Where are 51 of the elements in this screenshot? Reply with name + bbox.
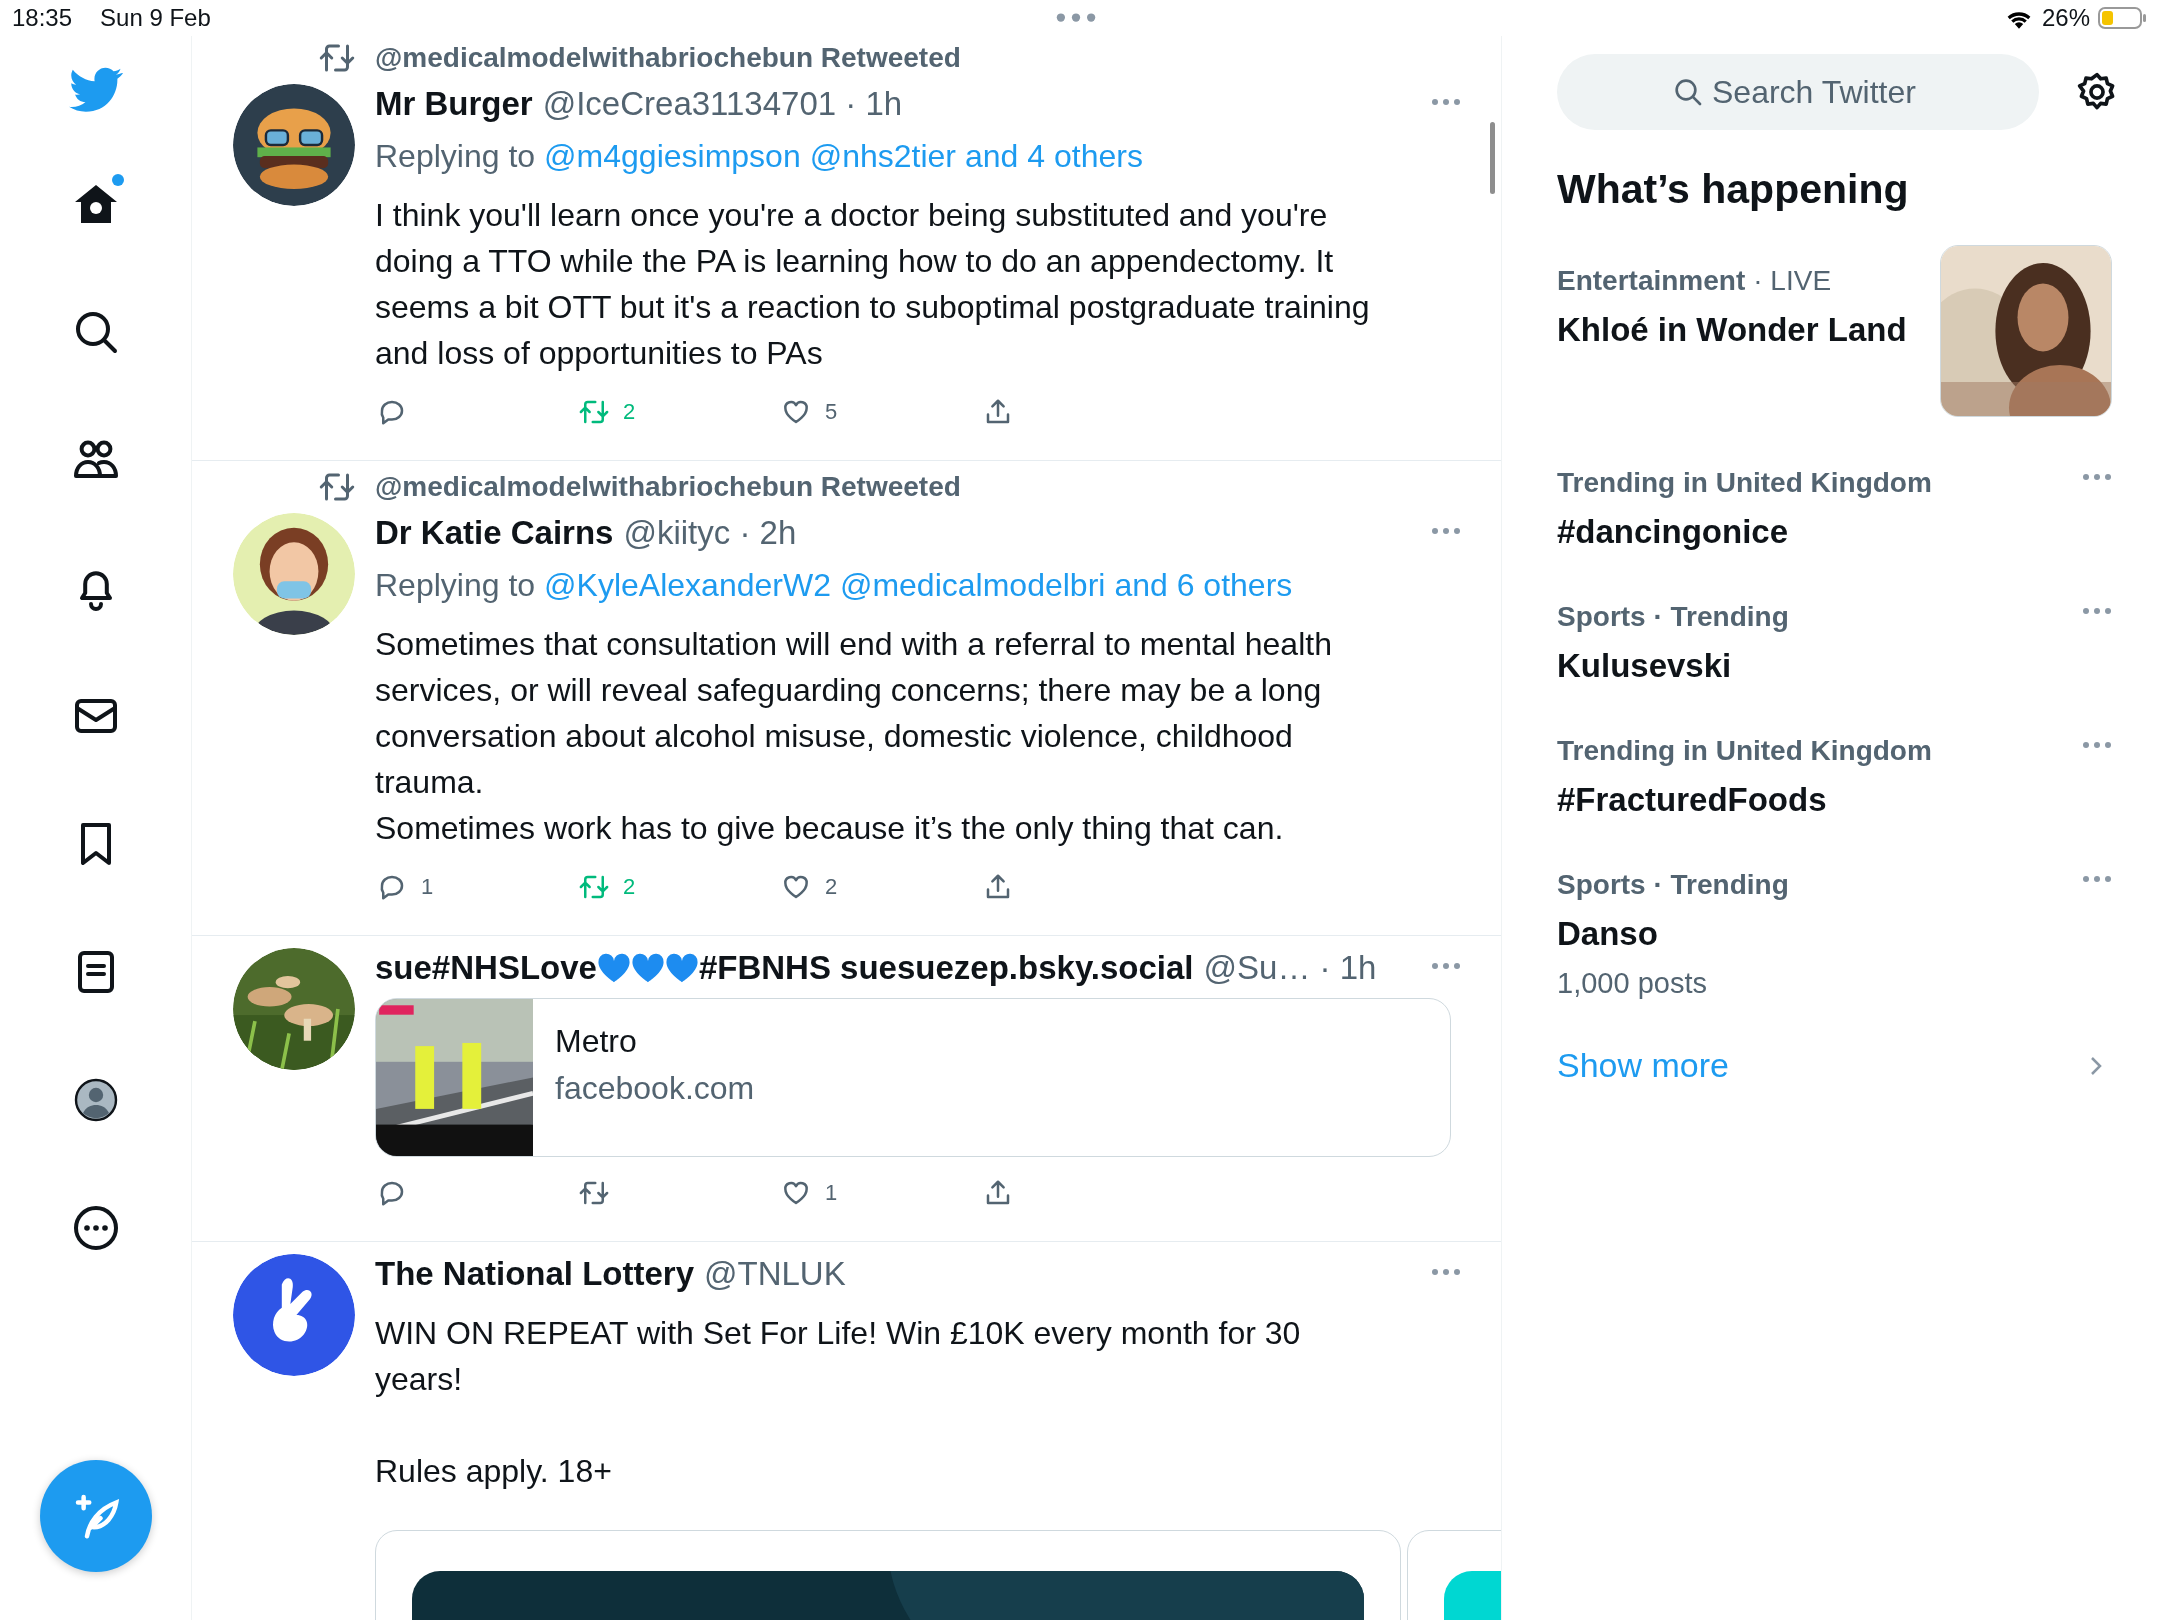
heart-icon <box>630 952 665 984</box>
battery-percent: 26% <box>2041 4 2090 32</box>
heart-icon <box>664 952 699 984</box>
trend-title[interactable]: Kulusevski <box>1557 647 2082 685</box>
trend-title[interactable]: #FracturedFoods <box>1557 781 2082 819</box>
trend-title[interactable]: #dancingonice <box>1557 513 2082 551</box>
retweet-label: @medicalmodelwithabriochebun Retweeted <box>375 41 962 75</box>
battery-icon <box>2098 6 2148 30</box>
more-icon[interactable] <box>71 1204 120 1252</box>
tweet-text: WIN ON REPEAT with Set For Life! Win £10K every month for 30 years! <box>375 1314 1302 1399</box>
trend-context: Sports · Trending <box>1557 601 1790 634</box>
card-title: Metro <box>555 1023 638 1060</box>
handle-and-time: @IceCrea31134701 · 1h <box>542 85 903 123</box>
like-count: 1 <box>825 1180 838 1206</box>
like-count: 5 <box>825 399 838 425</box>
heart-icon <box>596 952 631 984</box>
trend-context: Sports · Trending <box>1557 869 1790 902</box>
author-name[interactable]: Mr Burger <box>375 85 533 123</box>
author-name[interactable]: sue#NHSLove #FBNHS suesuezep.bsky.social <box>375 949 1194 987</box>
handle-and-time: @TNLUK <box>704 1255 846 1293</box>
handle-and-time: @kiityc · 2h <box>623 514 797 552</box>
tweet-text: Rules apply. 18+ <box>375 1452 613 1491</box>
trend-context: Trending in United Kingdom <box>1557 467 1933 500</box>
trend-context: Entertainment <box>1557 265 1746 296</box>
section-heading: What’s happening <box>1557 166 1910 213</box>
trend-context: Trending in United Kingdom <box>1557 735 1933 768</box>
retweet-count: 2 <box>623 874 636 900</box>
trend-title[interactable]: Khloé in Wonder Land <box>1557 311 1940 349</box>
replying-label: Replying to <box>375 566 536 604</box>
handle-and-time: @Su… · 1h <box>1203 949 1377 987</box>
card-domain: facebook.com <box>555 1070 755 1107</box>
search-icon <box>1672 76 1704 108</box>
status-date: Sun 9 Feb <box>100 4 211 32</box>
trend-title[interactable]: Danso <box>1557 915 2082 953</box>
author-name[interactable]: The National Lottery <box>375 1255 695 1293</box>
compose-button[interactable] <box>39 1460 152 1572</box>
scrollbar[interactable] <box>1490 122 1495 194</box>
status-time: 18:35 <box>12 4 73 32</box>
tweet-text: Sometimes that consultation will end with a referral to mental health services, or will reveal safeguarding concerns; there may be a long conversation about alcohol misuse, domestic violence, childhood trauma. <box>375 625 1333 802</box>
retweet-count: 2 <box>623 399 636 425</box>
replying-label: Replying to <box>375 137 536 175</box>
link-card[interactable]: Metro facebook.com <box>375 998 1451 1157</box>
tweet-text: Sometimes work has to give because it’s the only thing that can. <box>375 809 1285 848</box>
retweet-label: @medicalmodelwithabriochebun Retweeted <box>375 470 962 504</box>
author-name[interactable]: Dr Katie Cairns <box>375 514 614 552</box>
tweet-text: I think you'll learn once you're a doctor being substituted and you're doing a TTO while the PA is learning how to do an appendectomy. It seems a bit OTT but it's a reaction to suboptimal postgraduate training and loss of opportunities to PAs <box>375 196 1371 373</box>
live-label: · LIVE <box>1753 265 1832 296</box>
search-field[interactable]: Search Twitter <box>1557 54 2039 130</box>
like-count: 2 <box>825 874 838 900</box>
post-count: 1,000 posts <box>1557 967 1708 1000</box>
reply-count: 1 <box>421 874 434 900</box>
